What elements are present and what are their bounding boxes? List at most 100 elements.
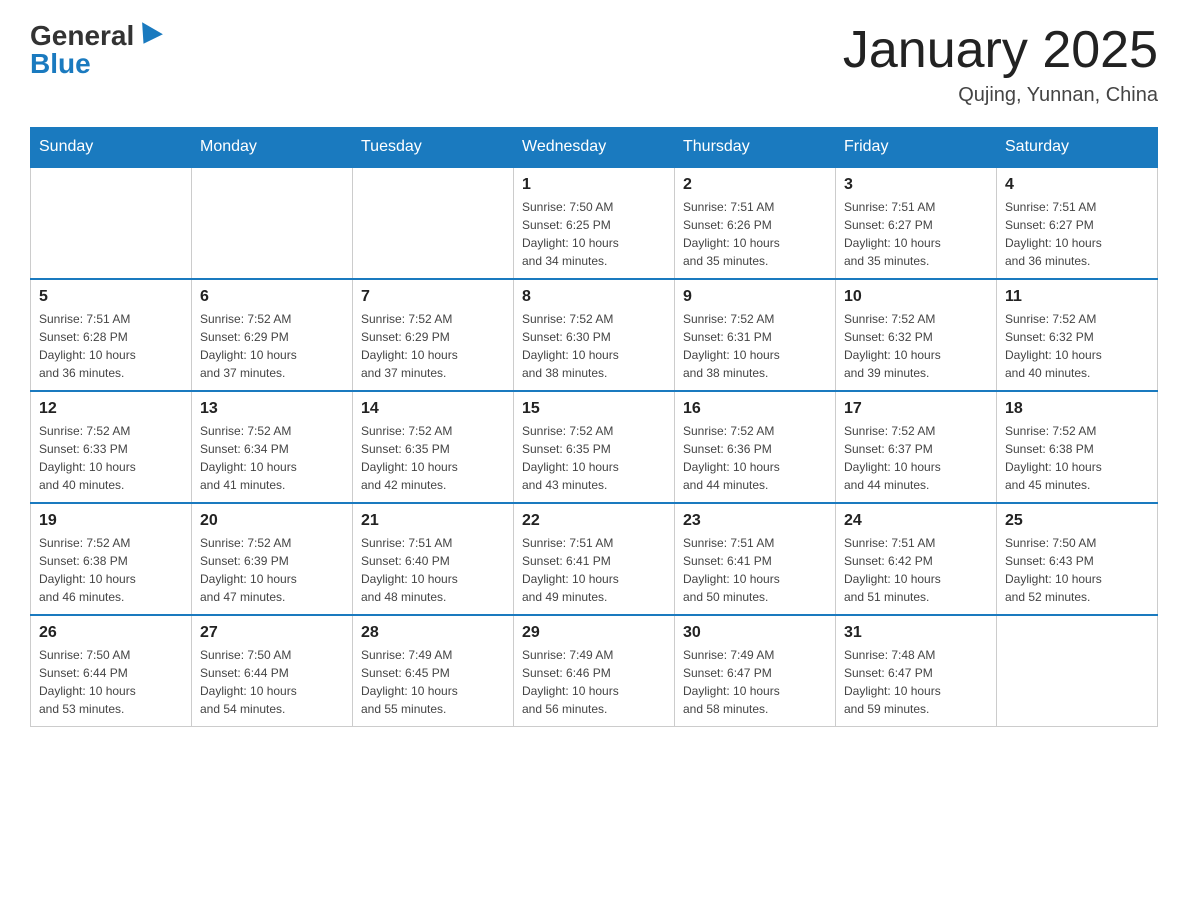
day-number: 16 — [683, 400, 827, 418]
calendar-cell: 21 Sunrise: 7:51 AMSunset: 6:40 PMDayligh… — [353, 503, 514, 615]
calendar-cell: 30Sunrise: 7:49 AMSunset: 6:47 PMDayligh… — [675, 615, 836, 727]
weekday-header-tuesday: Tuesday — [353, 128, 514, 168]
day-info: Sunrise: 7:50 AMSunset: 6:44 PMDaylight:… — [200, 646, 344, 718]
day-number: 15 — [522, 400, 666, 418]
day-number: 4 — [1005, 176, 1149, 194]
day-number: 31 — [844, 624, 988, 642]
day-number: 29 — [522, 624, 666, 642]
calendar-cell: 6 Sunrise: 7:52 AMSunset: 6:29 PMDaylight… — [192, 279, 353, 391]
calendar-cell — [353, 167, 514, 279]
calendar-cell: 20 Sunrise: 7:52 AMSunset: 6:39 PMDayligh… — [192, 503, 353, 615]
title-block: January 2025 Qujing, Yunnan, China — [843, 20, 1158, 107]
calendar-week-row: 5Sunrise: 7:51 AMSunset: 6:28 PMDaylight… — [31, 279, 1158, 391]
day-number: 9 — [683, 288, 827, 306]
day-number: 21 — [361, 512, 505, 530]
calendar-cell: 15 Sunrise: 7:52 AMSunset: 6:35 PMDayligh… — [514, 391, 675, 503]
day-number: 8 — [522, 288, 666, 306]
day-info: Sunrise: 7:48 AMSunset: 6:47 PMDaylight:… — [844, 646, 988, 718]
calendar-cell — [997, 615, 1158, 727]
day-info: Sunrise: 7:52 AMSunset: 6:29 PMDaylight:… — [200, 310, 344, 382]
day-number: 3 — [844, 176, 988, 194]
day-info: Sunrise: 7:52 AMSunset: 6:32 PMDaylight:… — [844, 310, 988, 382]
day-number: 6 — [200, 288, 344, 306]
day-info: Sunrise: 7:51 AMSunset: 6:27 PMDaylight:… — [1005, 198, 1149, 270]
day-number: 17 — [844, 400, 988, 418]
day-info: Sunrise: 7:51 AMSunset: 6:41 PMDaylight:… — [683, 534, 827, 606]
calendar-week-row: 19 Sunrise: 7:52 AMSunset: 6:38 PMDayligh… — [31, 503, 1158, 615]
calendar-cell: 29 Sunrise: 7:49 AMSunset: 6:46 PMDayligh… — [514, 615, 675, 727]
calendar-cell: 31 Sunrise: 7:48 AMSunset: 6:47 PMDayligh… — [836, 615, 997, 727]
weekday-header-wednesday: Wednesday — [514, 128, 675, 168]
calendar-cell: 11 Sunrise: 7:52 AMSunset: 6:32 PMDayligh… — [997, 279, 1158, 391]
logo: General Blue — [30, 20, 160, 80]
day-info: Sunrise: 7:49 AMSunset: 6:46 PMDaylight:… — [522, 646, 666, 718]
day-info: Sunrise: 7:52 AMSunset: 6:30 PMDaylight:… — [522, 310, 666, 382]
day-info: Sunrise: 7:50 AMSunset: 6:44 PMDaylight:… — [39, 646, 183, 718]
day-number: 25 — [1005, 512, 1149, 530]
calendar-week-row: 26 Sunrise: 7:50 AMSunset: 6:44 PMDayligh… — [31, 615, 1158, 727]
calendar-cell: 3 Sunrise: 7:51 AMSunset: 6:27 PMDaylight… — [836, 167, 997, 279]
day-number: 22 — [522, 512, 666, 530]
calendar-week-row: 12 Sunrise: 7:52 AMSunset: 6:33 PMDayligh… — [31, 391, 1158, 503]
day-number: 1 — [522, 176, 666, 194]
calendar-cell: 13 Sunrise: 7:52 AMSunset: 6:34 PMDayligh… — [192, 391, 353, 503]
calendar-cell: 7Sunrise: 7:52 AMSunset: 6:29 PMDaylight… — [353, 279, 514, 391]
calendar-cell: 18 Sunrise: 7:52 AMSunset: 6:38 PMDayligh… — [997, 391, 1158, 503]
calendar-cell — [31, 167, 192, 279]
calendar-table: SundayMondayTuesdayWednesdayThursdayFrid… — [30, 127, 1158, 727]
calendar-week-row: 1Sunrise: 7:50 AMSunset: 6:25 PMDaylight… — [31, 167, 1158, 279]
calendar-cell: 26 Sunrise: 7:50 AMSunset: 6:44 PMDayligh… — [31, 615, 192, 727]
calendar-cell: 10 Sunrise: 7:52 AMSunset: 6:32 PMDayligh… — [836, 279, 997, 391]
day-info: Sunrise: 7:52 AMSunset: 6:37 PMDaylight:… — [844, 422, 988, 494]
day-info: Sunrise: 7:52 AMSunset: 6:38 PMDaylight:… — [39, 534, 183, 606]
day-info: Sunrise: 7:52 AMSunset: 6:38 PMDaylight:… — [1005, 422, 1149, 494]
day-number: 18 — [1005, 400, 1149, 418]
day-number: 2 — [683, 176, 827, 194]
calendar-cell: 27 Sunrise: 7:50 AMSunset: 6:44 PMDayligh… — [192, 615, 353, 727]
day-info: Sunrise: 7:52 AMSunset: 6:34 PMDaylight:… — [200, 422, 344, 494]
calendar-cell: 9 Sunrise: 7:52 AMSunset: 6:31 PMDaylight… — [675, 279, 836, 391]
calendar-cell: 1Sunrise: 7:50 AMSunset: 6:25 PMDaylight… — [514, 167, 675, 279]
day-info: Sunrise: 7:51 AMSunset: 6:27 PMDaylight:… — [844, 198, 988, 270]
day-number: 14 — [361, 400, 505, 418]
calendar-cell: 24Sunrise: 7:51 AMSunset: 6:42 PMDayligh… — [836, 503, 997, 615]
day-info: Sunrise: 7:51 AMSunset: 6:40 PMDaylight:… — [361, 534, 505, 606]
weekday-header-sunday: Sunday — [31, 128, 192, 168]
month-title: January 2025 — [843, 20, 1158, 80]
day-number: 12 — [39, 400, 183, 418]
calendar-cell: 8 Sunrise: 7:52 AMSunset: 6:30 PMDaylight… — [514, 279, 675, 391]
calendar-cell: 23Sunrise: 7:51 AMSunset: 6:41 PMDayligh… — [675, 503, 836, 615]
day-number: 19 — [39, 512, 183, 530]
logo-blue-text: Blue — [30, 48, 91, 80]
calendar-cell: 14Sunrise: 7:52 AMSunset: 6:35 PMDayligh… — [353, 391, 514, 503]
weekday-header-friday: Friday — [836, 128, 997, 168]
day-info: Sunrise: 7:52 AMSunset: 6:29 PMDaylight:… — [361, 310, 505, 382]
calendar-cell: 12 Sunrise: 7:52 AMSunset: 6:33 PMDayligh… — [31, 391, 192, 503]
calendar-cell — [192, 167, 353, 279]
logo-arrow-icon — [133, 22, 163, 50]
day-number: 26 — [39, 624, 183, 642]
day-number: 11 — [1005, 288, 1149, 306]
weekday-header-saturday: Saturday — [997, 128, 1158, 168]
day-info: Sunrise: 7:52 AMSunset: 6:32 PMDaylight:… — [1005, 310, 1149, 382]
day-info: Sunrise: 7:50 AMSunset: 6:43 PMDaylight:… — [1005, 534, 1149, 606]
calendar-cell: 28Sunrise: 7:49 AMSunset: 6:45 PMDayligh… — [353, 615, 514, 727]
day-number: 5 — [39, 288, 183, 306]
day-number: 24 — [844, 512, 988, 530]
day-number: 27 — [200, 624, 344, 642]
day-info: Sunrise: 7:52 AMSunset: 6:31 PMDaylight:… — [683, 310, 827, 382]
calendar-cell: 22Sunrise: 7:51 AMSunset: 6:41 PMDayligh… — [514, 503, 675, 615]
day-number: 28 — [361, 624, 505, 642]
calendar-cell: 4 Sunrise: 7:51 AMSunset: 6:27 PMDaylight… — [997, 167, 1158, 279]
calendar-cell: 17 Sunrise: 7:52 AMSunset: 6:37 PMDayligh… — [836, 391, 997, 503]
day-info: Sunrise: 7:52 AMSunset: 6:35 PMDaylight:… — [522, 422, 666, 494]
calendar-header-row: SundayMondayTuesdayWednesdayThursdayFrid… — [31, 128, 1158, 168]
day-info: Sunrise: 7:52 AMSunset: 6:33 PMDaylight:… — [39, 422, 183, 494]
calendar-cell: 5Sunrise: 7:51 AMSunset: 6:28 PMDaylight… — [31, 279, 192, 391]
calendar-cell: 25 Sunrise: 7:50 AMSunset: 6:43 PMDayligh… — [997, 503, 1158, 615]
day-number: 10 — [844, 288, 988, 306]
day-number: 13 — [200, 400, 344, 418]
weekday-header-thursday: Thursday — [675, 128, 836, 168]
day-info: Sunrise: 7:52 AMSunset: 6:39 PMDaylight:… — [200, 534, 344, 606]
day-number: 20 — [200, 512, 344, 530]
